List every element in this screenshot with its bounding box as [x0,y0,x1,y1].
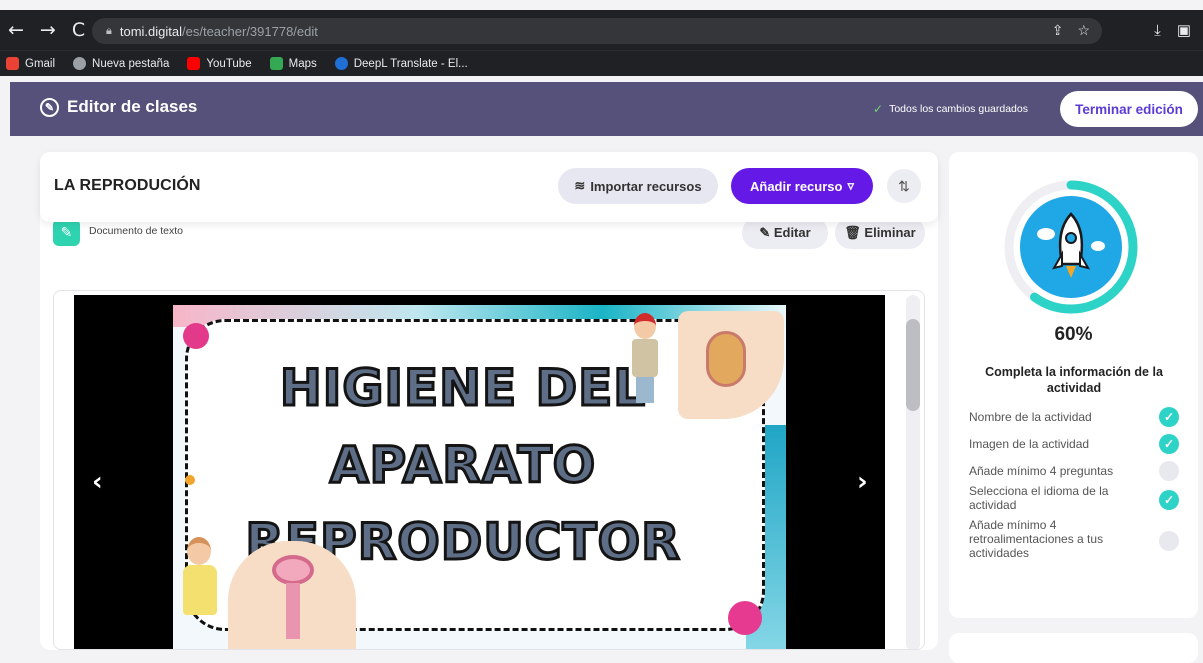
check-circle-icon: ✓ [1159,531,1179,551]
url-path: /es/teacher/391778/edit [182,23,318,39]
viewer-scrollbar[interactable] [906,295,920,649]
delete-label: Eliminar [864,225,916,240]
add-label: Añadir recurso [749,178,843,194]
male-anatomy-illustration [678,311,784,419]
import-label: Importar recursos [590,178,702,194]
scrollbar-thumb[interactable] [906,319,920,411]
app-header: ✎ Editor de clases ✓ Todos los cambios g… [10,82,1203,136]
requirement-item: Añade mínimo 4 preguntas ✓ [969,461,1179,481]
save-status-text: Todos los cambios guardados [889,103,1028,115]
requirement-item: Imagen de la actividad ✓ [969,434,1179,454]
progress-percent: 60% [1054,324,1093,345]
back-icon[interactable]: ← [8,19,24,41]
girl-illustration [179,537,221,641]
lock-icon: 🔒︎ [106,24,112,37]
download-icon[interactable]: ⤓ [1154,22,1161,39]
secondary-card [949,633,1198,663]
progress-gauge [1004,180,1138,314]
lesson-title-bar: LA REPRODUCIÓN ≋ Importar recursos Añadir… [40,152,938,222]
deepl-icon [334,57,348,70]
maps-icon [269,57,283,70]
progress-card: 60% Completa la información de la activi… [949,152,1198,618]
check-circle-icon: ✓ [1159,461,1179,481]
check-circle-icon: ✓ [1159,490,1179,510]
paint-splash [728,601,762,635]
text-document-icon: ✎ [53,219,80,246]
bookmark-deepl[interactable]: DeepL Translate - El... [334,57,468,70]
decor-dot [185,475,195,485]
share-icon[interactable]: ⇪ [1052,22,1064,39]
layers-icon: ≋ [574,178,586,193]
check-icon: ✓ [873,102,884,116]
resource-row: ✎ Documento de texto ✎ Editar 🗑︎ Elimina… [53,217,925,251]
bookmark-new-tab[interactable]: Nueva pestaña [73,57,169,70]
pencil-icon: ✎ [759,225,774,240]
browser-toolbar: ← → C 🔒︎ tomi.digital/es/teacher/391778/… [0,10,1203,50]
requirements-list: Nombre de la actividad ✓ Imagen de la act… [969,407,1179,560]
globe-icon [73,57,87,70]
nav-buttons: ← → C [8,10,85,50]
app-title: ✎ Editor de clases [40,97,197,117]
bookmarks-bar: Gmail Nueva pestaña YouTube Maps DeepL T… [0,50,1203,76]
app-title-text: Editor de clases [67,97,198,116]
resource-type-label: Documento de texto [89,225,183,237]
female-anatomy-illustration [228,541,356,649]
check-circle-icon: ✓ [1159,434,1179,454]
bookmark-maps[interactable]: Maps [269,57,317,70]
reload-icon[interactable]: C [72,19,85,41]
paint-splash [183,323,209,349]
gmail-icon [6,57,19,70]
chevron-right-icon[interactable]: › [857,467,868,497]
slide-heading-line: APARATO [328,435,597,496]
browser-tools: ⤓ ▣ [1154,10,1191,50]
edit-label: Editar [773,225,811,240]
forward-icon[interactable]: → [40,19,56,41]
address-tools: ⇪ ☆ [1052,22,1090,39]
finish-editing-button[interactable]: Terminar edición [1060,91,1198,127]
check-circle-icon: ✓ [1159,407,1179,427]
caret-down-icon: ▿ [847,178,854,193]
slide-viewer: HIGIENE DEL APARATO REPRODUCTOR ‹ › [74,295,885,649]
star-icon[interactable]: ☆ [1077,22,1090,39]
lesson-title: LA REPRODUCIÓN [54,177,201,194]
requirements-title: Completa la información de la actividad [985,365,1163,395]
import-resources-button[interactable]: ≋ Importar recursos [558,168,718,204]
bookmark-gmail[interactable]: Gmail [6,57,55,70]
requirement-item: Añade mínimo 4 retroalimentaciones a tus… [969,518,1179,560]
url-host: tomi.digital [119,23,182,39]
youtube-icon [187,57,201,70]
bookmark-youtube[interactable]: YouTube [187,57,252,70]
edit-logo-icon: ✎ [40,97,59,117]
reorder-icon[interactable]: ⇅ [887,169,921,203]
add-resource-button[interactable]: Añadir recurso ▿ [731,168,873,204]
chevron-left-icon[interactable]: ‹ [92,467,103,497]
save-status: ✓ Todos los cambios guardados [873,102,1028,116]
slide-image: HIGIENE DEL APARATO REPRODUCTOR [173,305,786,649]
trash-icon: 🗑︎ [844,225,865,240]
requirement-item: Nombre de la actividad ✓ [969,407,1179,427]
document-viewer-frame: HIGIENE DEL APARATO REPRODUCTOR ‹ › [53,290,925,650]
address-bar[interactable]: 🔒︎ tomi.digital/es/teacher/391778/edit ⇪… [92,18,1102,44]
sidepanel-icon[interactable]: ▣ [1177,21,1191,39]
requirement-item: Selecciona el idioma de la actividad ✓ [969,484,1179,512]
boy-illustration [628,313,664,407]
